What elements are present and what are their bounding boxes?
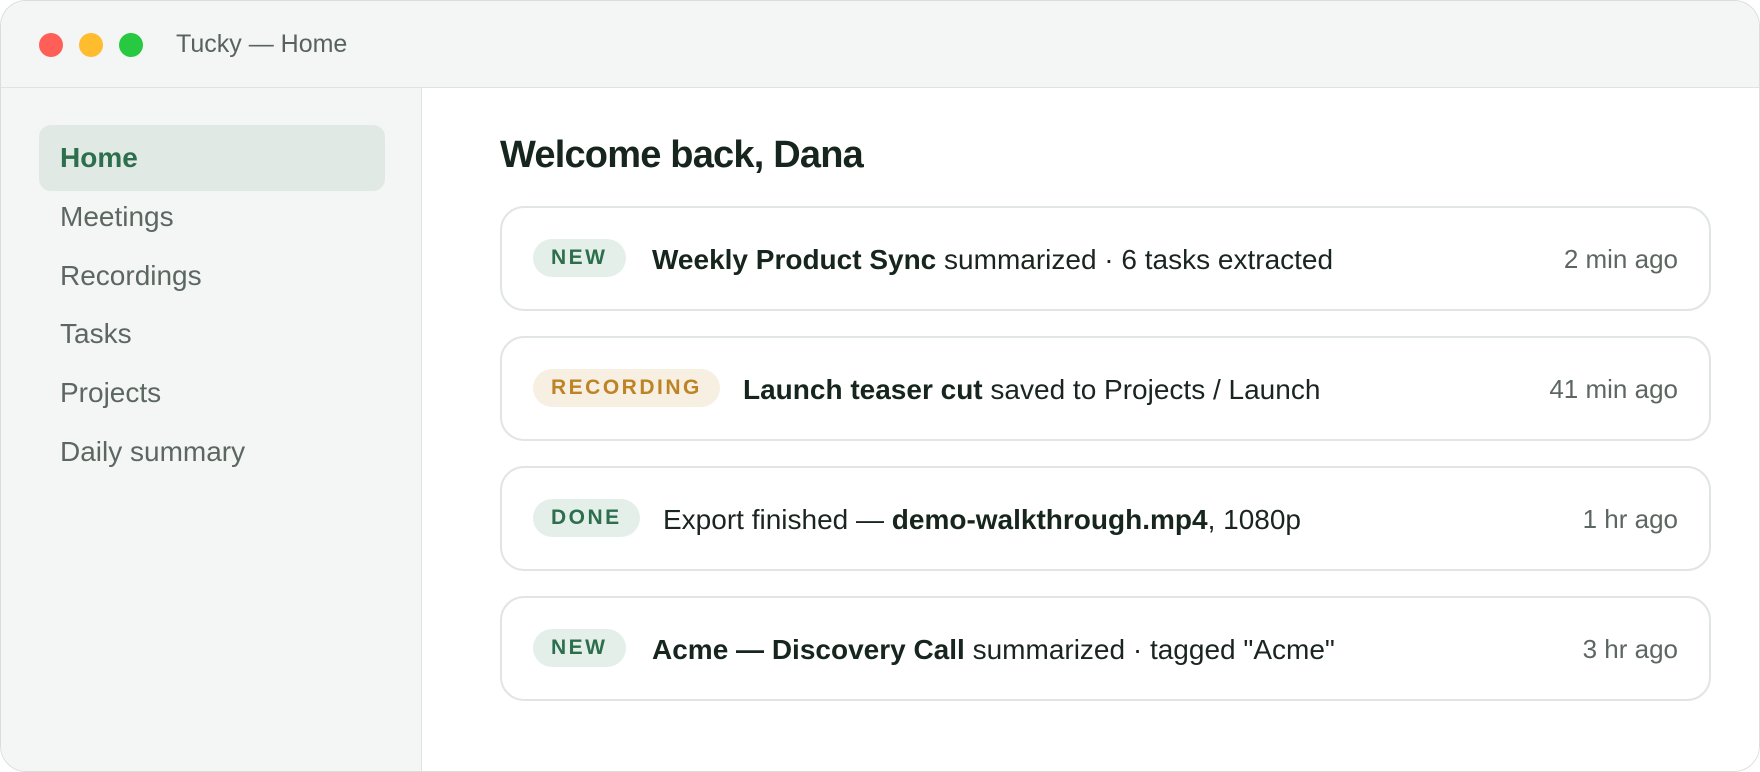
page-title: Welcome back, Dana [500, 134, 864, 176]
sidebar-item-tasks[interactable]: Tasks [39, 301, 385, 367]
activity-card[interactable]: DONE Export finished — demo-walkthrough.… [500, 466, 1711, 571]
activity-message: Export finished — demo-walkthrough.mp4, … [663, 504, 1301, 535]
close-window-button[interactable] [39, 33, 63, 57]
activity-timestamp: 2 min ago [1563, 244, 1678, 274]
zoom-window-button[interactable] [119, 33, 143, 57]
activity-card[interactable]: NEW Acme — Discovery Call summarized · t… [500, 596, 1711, 701]
activity-card[interactable]: RECORDING Launch teaser cut saved to Pro… [500, 336, 1711, 441]
main-content: Welcome back, Dana NEW Weekly Product Sy… [422, 88, 1759, 771]
sidebar-item-home[interactable]: Home [39, 125, 385, 191]
activity-timestamp: 3 hr ago [1582, 634, 1678, 664]
activity-subject: demo-walkthrough.mp4 [891, 504, 1208, 535]
status-badge: NEW [533, 239, 626, 277]
sidebar-item-meetings[interactable]: Meetings [39, 184, 385, 250]
app-window: Tucky — Home Home Meetings Recordings Ta… [0, 0, 1760, 772]
status-badge: RECORDING [533, 369, 720, 407]
activity-card[interactable]: NEW Weekly Product Sync summarized · 6 t… [500, 206, 1711, 311]
activity-subject: Weekly Product Sync [652, 244, 937, 275]
activity-message: Acme — Discovery Call summarized · tagge… [652, 634, 1335, 665]
title-bar: Tucky — Home [1, 1, 1759, 88]
activity-timestamp: 41 min ago [1549, 374, 1678, 404]
status-badge: DONE [533, 499, 640, 537]
sidebar-item-daily-summary[interactable]: Daily summary [39, 419, 385, 485]
activity-subject: Launch teaser cut [743, 374, 983, 405]
activity-timestamp: 1 hr ago [1582, 504, 1678, 534]
window-title: Tucky — Home [176, 30, 348, 58]
minimize-window-button[interactable] [79, 33, 103, 57]
sidebar-item-projects[interactable]: Projects [39, 360, 385, 426]
status-badge: NEW [533, 629, 626, 667]
activity-message: Launch teaser cut saved to Projects / La… [743, 374, 1321, 405]
sidebar-item-recordings[interactable]: Recordings [39, 243, 385, 309]
activity-subject: Acme — Discovery Call [652, 634, 965, 665]
sidebar: Home Meetings Recordings Tasks Projects … [1, 88, 422, 771]
activity-message: Weekly Product Sync summarized · 6 tasks… [652, 244, 1334, 275]
